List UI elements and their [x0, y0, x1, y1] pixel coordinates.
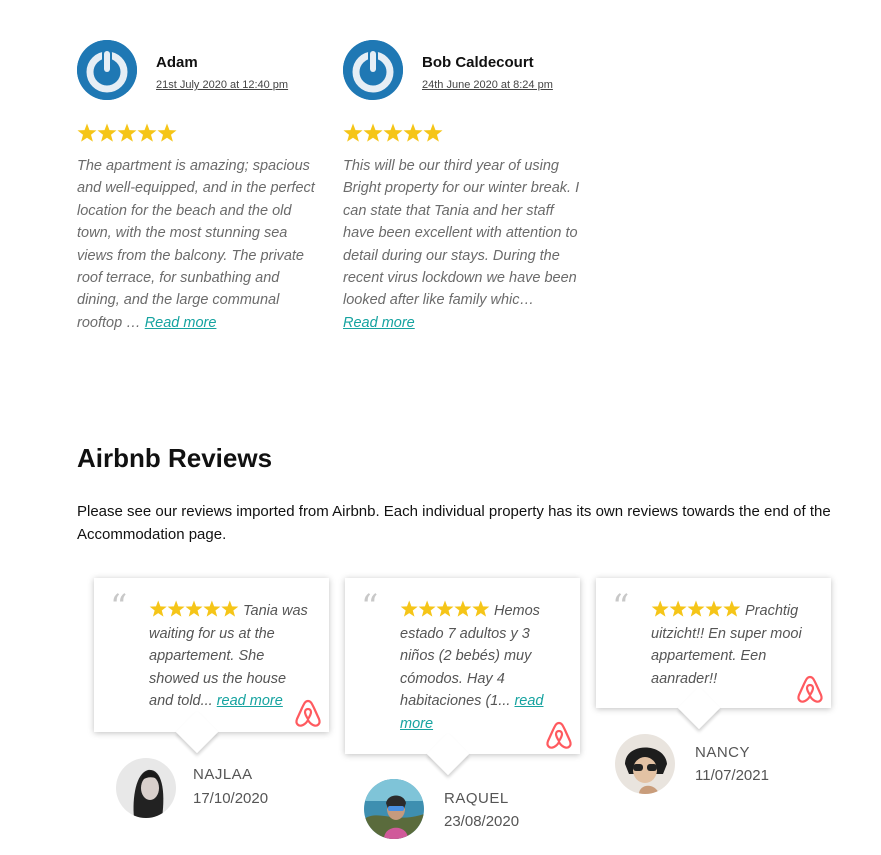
quote-icon: “ — [110, 587, 128, 627]
reviewer-name: NAJLAA — [193, 766, 253, 783]
star-icon — [203, 600, 221, 617]
star-icon — [167, 600, 185, 617]
review-text: The apartment is amazing; spacious and w… — [77, 155, 317, 334]
star-rating — [343, 123, 443, 147]
star-rating — [149, 600, 239, 617]
star-icon — [221, 600, 239, 617]
star-icon — [705, 600, 723, 617]
airbnb-review-text: Hemos estado 7 adultos y 3 niños (2 bebé… — [400, 600, 560, 735]
quote-icon: “ — [612, 587, 630, 627]
airbnb-review-card: “ Hemos estado 7 adultos y 3 niños (2 be… — [345, 578, 580, 754]
review-text: This will be our third year of using Bri… — [343, 155, 583, 334]
airbnb-logo-icon — [797, 675, 823, 703]
star-icon — [363, 123, 383, 142]
airbnb-review-card: “ Tania was waiting for us at the appart… — [94, 578, 329, 732]
star-icon — [137, 123, 157, 142]
star-rating — [77, 123, 177, 147]
star-icon — [185, 600, 203, 617]
power-avatar-icon — [343, 40, 403, 100]
star-icon — [723, 600, 741, 617]
reviewer-name: Adam — [156, 54, 198, 71]
star-icon — [418, 600, 436, 617]
review-body: This will be our third year of using Bri… — [343, 158, 580, 309]
star-rating — [400, 600, 490, 617]
star-icon — [343, 123, 363, 142]
star-icon — [400, 600, 418, 617]
review-body: The apartment is amazing; spacious and w… — [77, 158, 315, 331]
star-icon — [687, 600, 705, 617]
avatar — [116, 758, 176, 818]
section-intro: Please see our reviews imported from Air… — [77, 503, 831, 543]
airbnb-review-card: “ Prachtig uitzicht!! En super mooi appa… — [596, 578, 831, 708]
avatar — [364, 779, 424, 839]
star-icon — [117, 123, 137, 142]
review-date-link[interactable]: 24th June 2020 at 8:24 pm — [422, 79, 553, 91]
reviewer-name: NANCY — [695, 744, 751, 761]
read-more-link[interactable]: Read more — [343, 315, 415, 331]
read-more-link[interactable]: read more — [217, 693, 283, 709]
star-icon — [454, 600, 472, 617]
review-date: 23/08/2020 — [444, 813, 520, 830]
airbnb-logo-icon — [295, 699, 321, 727]
star-icon — [436, 600, 454, 617]
star-icon — [149, 600, 167, 617]
star-icon — [77, 123, 97, 142]
reviewer-name: RAQUEL — [444, 790, 509, 807]
read-more-link[interactable]: Read more — [145, 315, 217, 331]
review-date: 11/07/2021 — [695, 767, 769, 784]
review-date: 17/10/2020 — [193, 790, 269, 807]
power-avatar-icon — [77, 40, 137, 100]
star-icon — [423, 123, 443, 142]
review-date-link[interactable]: 21st July 2020 at 12:40 pm — [156, 79, 288, 91]
star-icon — [97, 123, 117, 142]
star-icon — [472, 600, 490, 617]
star-rating — [651, 600, 741, 617]
star-icon — [157, 123, 177, 142]
airbnb-review-text: Prachtig uitzicht!! En super mooi appart… — [651, 600, 811, 690]
section-heading: Airbnb Reviews — [77, 443, 273, 473]
star-icon — [383, 123, 403, 142]
airbnb-review-text: Tania was waiting for us at the appartem… — [149, 600, 309, 713]
star-icon — [403, 123, 423, 142]
star-icon — [651, 600, 669, 617]
quote-icon: “ — [361, 587, 379, 627]
avatar — [615, 734, 675, 794]
airbnb-logo-icon — [546, 721, 572, 749]
star-icon — [669, 600, 687, 617]
reviewer-name: Bob Caldecourt — [422, 54, 534, 71]
